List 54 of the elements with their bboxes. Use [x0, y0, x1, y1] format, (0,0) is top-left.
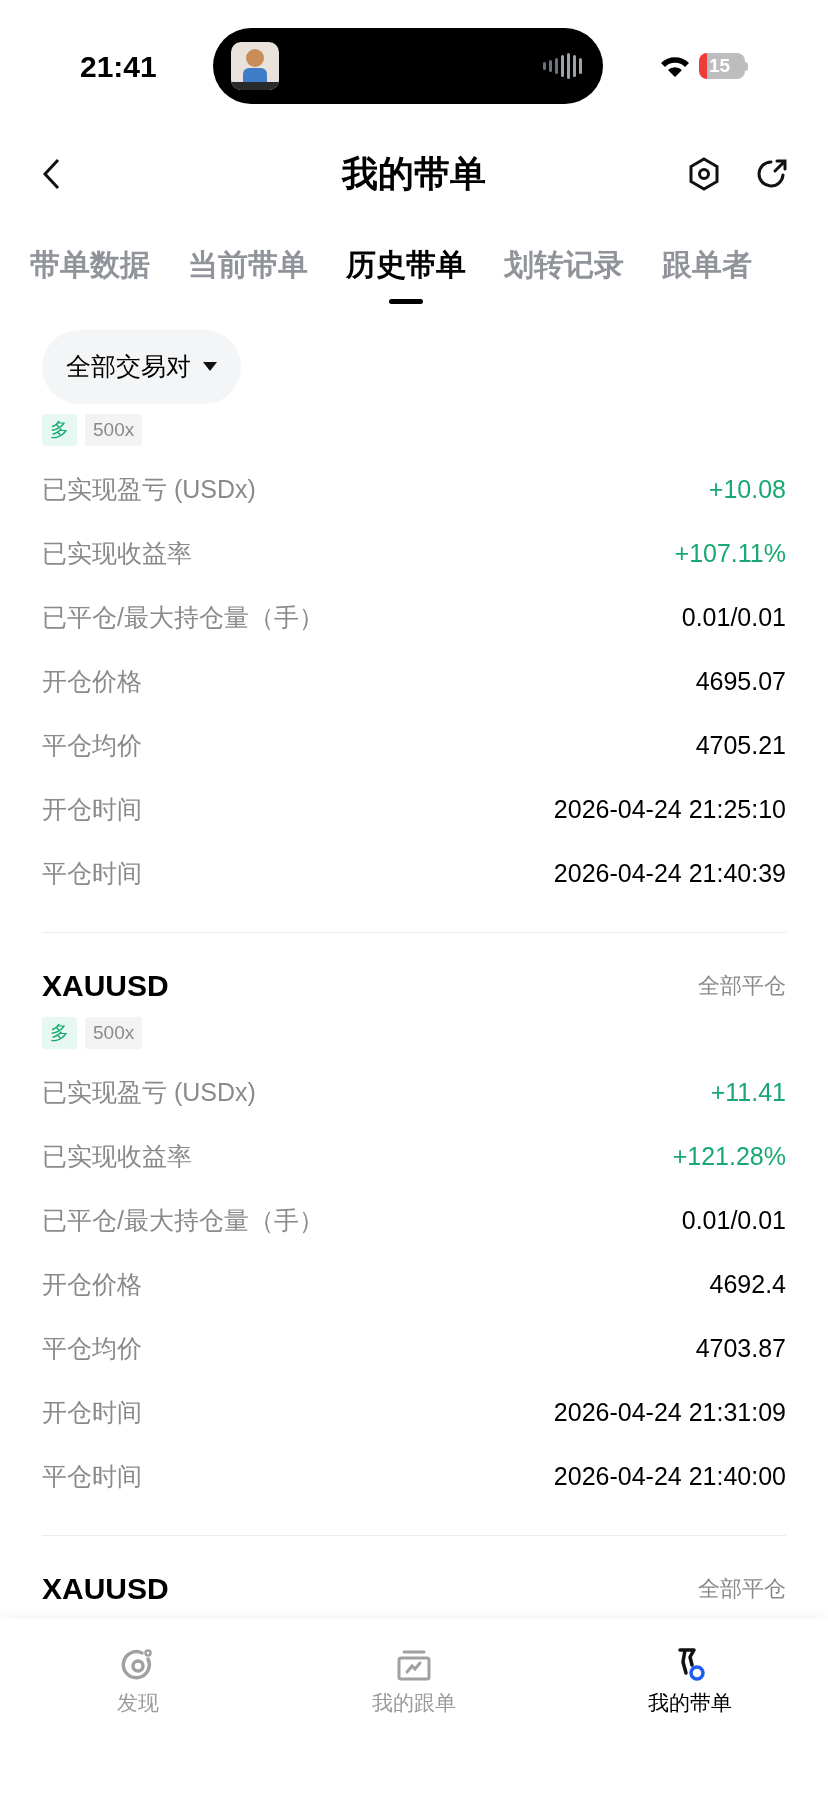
field-label: 已实现收益率 — [42, 1141, 192, 1173]
field-label: 开仓时间 — [42, 1397, 142, 1429]
field-label: 已平仓/最大持仓量（手） — [42, 1205, 324, 1237]
status-time: 21:41 — [80, 48, 157, 85]
waveform-icon — [542, 53, 585, 79]
page-title: 我的带单 — [342, 152, 486, 196]
settings-icon[interactable] — [688, 157, 720, 191]
field-label: 已实现收益率 — [42, 538, 192, 570]
share-icon[interactable] — [756, 158, 788, 190]
symbol-title: XAUUSD — [42, 1570, 169, 1607]
field-label: 平仓时间 — [42, 1461, 142, 1493]
field-label: 平仓均价 — [42, 730, 142, 762]
field-value: 4705.21 — [695, 730, 786, 762]
leverage-tag: 500x — [85, 414, 143, 446]
field-value: 4695.07 — [695, 666, 786, 698]
field-value: 2026-04-24 21:25:10 — [553, 794, 786, 826]
tab[interactable]: 划转记录 — [504, 242, 624, 287]
tab[interactable]: 带单数据 — [30, 242, 150, 287]
nav-item[interactable]: 我的带单 — [552, 1647, 828, 1719]
field-value: 4692.4 — [709, 1269, 786, 1301]
field-label: 已平仓/最大持仓量（手） — [42, 602, 324, 634]
field-value: 4703.87 — [695, 1333, 786, 1365]
field-value: 2026-04-24 21:40:39 — [553, 858, 786, 890]
field-value: 0.01/0.01 — [681, 602, 786, 634]
field-label: 开仓时间 — [42, 794, 142, 826]
tab[interactable]: 当前带单 — [188, 242, 308, 287]
tab[interactable]: 跟单者 — [662, 242, 752, 287]
field-label: 平仓均价 — [42, 1333, 142, 1365]
battery-level: 15 — [699, 53, 745, 79]
tab-indicator — [389, 299, 423, 304]
field-label: 平仓时间 — [42, 858, 142, 890]
field-label: 已实现盈亏 (USDx) — [42, 474, 256, 506]
leverage-tag: 500x — [85, 1017, 143, 1049]
field-value: +10.08 — [708, 474, 786, 506]
field-value: 2026-04-24 21:40:00 — [553, 1461, 786, 1493]
field-value: +121.28% — [672, 1141, 786, 1173]
field-value: +107.11% — [674, 538, 786, 570]
order-status: 全部平仓 — [698, 971, 786, 1000]
field-label: 已实现盈亏 (USDx) — [42, 1077, 256, 1109]
field-value: +11.41 — [710, 1077, 786, 1109]
direction-tag: 多 — [42, 414, 77, 446]
field-value: 0.01/0.01 — [681, 1205, 786, 1237]
pair-filter-dropdown[interactable]: 全部交易对 — [42, 330, 241, 404]
symbol-title: XAUUSD — [42, 967, 169, 1004]
tab[interactable]: 历史带单 — [346, 242, 466, 287]
order-status: 全部平仓 — [698, 1574, 786, 1603]
field-label: 开仓价格 — [42, 1269, 142, 1301]
direction-tag: 多 — [42, 1017, 77, 1049]
nav-item[interactable]: 发现 — [0, 1647, 276, 1719]
nav-item[interactable]: 我的跟单 — [276, 1647, 552, 1719]
field-value: 2026-04-24 21:31:09 — [553, 1397, 786, 1429]
field-label: 开仓价格 — [42, 666, 142, 698]
caret-icon — [203, 362, 217, 372]
wifi-icon — [659, 54, 691, 78]
